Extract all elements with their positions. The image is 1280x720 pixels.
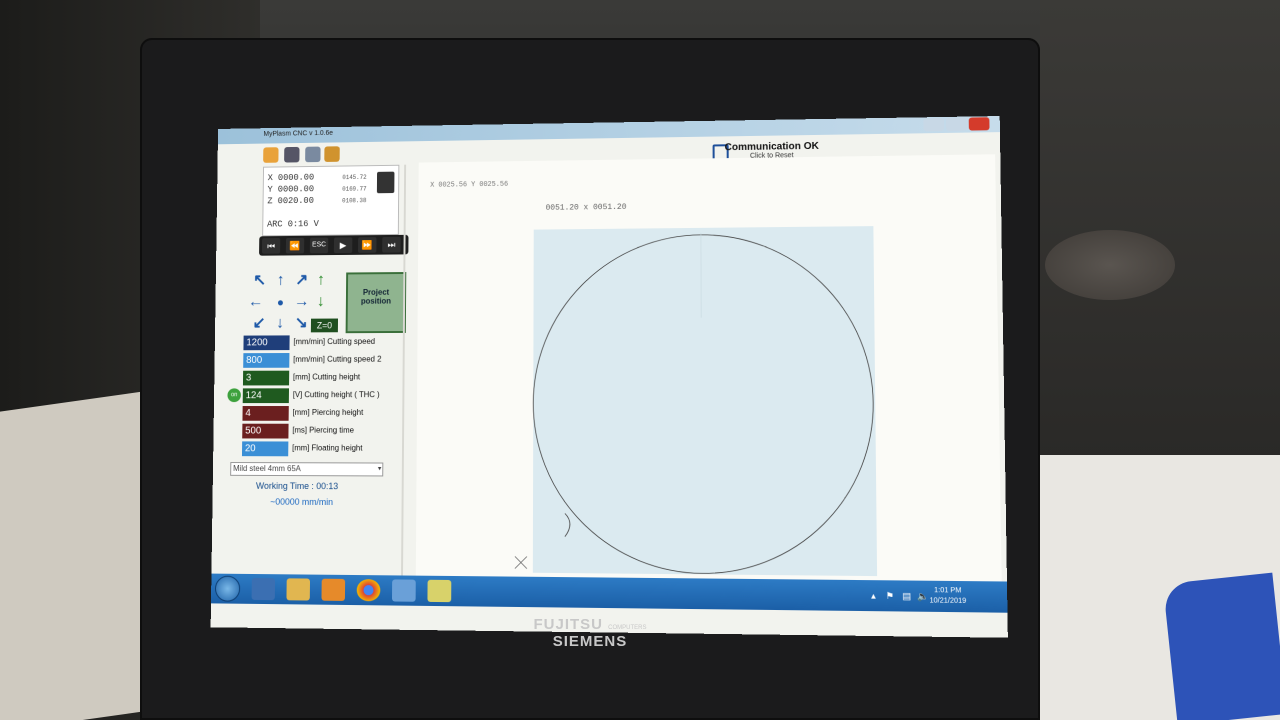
jog-up-right-arrow-icon[interactable]: ↗ (294, 272, 310, 289)
cam-software-icon[interactable] (391, 579, 416, 602)
coordinate-display: X 0000.00 0145.72 Y 0000.00 0169.77 Z 00… (262, 164, 400, 237)
thc-height-input[interactable]: 124 (242, 388, 290, 404)
thc-on-toggle[interactable]: on (227, 388, 241, 403)
arc-voltage: ARC 0:16 V (267, 219, 319, 230)
laptop-brand-logo: FUJITSU COMPUTERS SIEMENS (0, 616, 1180, 650)
jog-up-left-arrow-icon[interactable]: ↖ (252, 272, 268, 289)
transport-controls: ⏮ ⏪ ESC ▶ ⏩ ⏭ (259, 234, 409, 256)
esc-button[interactable]: ESC (309, 237, 329, 254)
cutting-height-input[interactable]: 3 (242, 370, 290, 386)
maximize-button[interactable] (946, 117, 967, 131)
save-icon[interactable] (284, 146, 300, 163)
workshop-background-right (1040, 0, 1280, 460)
param-row-piercing-time: 500 [ms] Piercing time (242, 423, 412, 440)
param-row-floating-height: 20 [mm] Floating height (241, 441, 412, 457)
project-position-button[interactable]: Project position (345, 272, 407, 334)
piercing-height-input[interactable]: 4 (242, 406, 289, 421)
z-zero-button[interactable]: Z=0 (310, 318, 339, 333)
param-row-piercing-height: 4 [mm] Piercing height (242, 406, 412, 422)
origin-cross-icon (515, 556, 527, 568)
play-button[interactable]: ▶ (333, 237, 353, 254)
tray-flag-icon[interactable]: ⚑ (886, 591, 895, 602)
rewind-start-button[interactable]: ⏮ (261, 238, 281, 254)
circle-toolpath (533, 233, 875, 575)
laptop-screen: MyPlasm CNC v 1.0.6e X 0000.00 0145.72 Y… (210, 116, 1008, 638)
jog-down-right-arrow-icon[interactable]: ↘ (294, 315, 310, 332)
tray-arrow-icon[interactable]: ▴ (871, 590, 876, 601)
steel-disc (1045, 230, 1175, 300)
current-speed: ~00000 mm/min (270, 496, 334, 508)
jog-up-arrow-icon[interactable]: ↑ (273, 272, 289, 289)
tray-volume-icon[interactable]: 🔈 (917, 591, 929, 603)
jog-down-left-arrow-icon[interactable]: ↙ (251, 315, 267, 332)
start-button[interactable] (214, 575, 241, 602)
tray-network-icon[interactable]: ▤ (902, 591, 911, 602)
cutting-speed-2-label: [mm/min] Cutting speed 2 (293, 354, 382, 364)
y-machine-coordinate: 0169.77 (342, 185, 367, 193)
material-value: Mild steel 4mm 65A (233, 464, 301, 474)
chevron-down-icon: ▾ (377, 465, 382, 473)
open-folder-icon[interactable] (263, 147, 279, 163)
cutting-height-label: [mm] Cutting height (292, 372, 361, 382)
step-forward-button[interactable]: ⏩ (357, 237, 377, 253)
torch-icon (376, 171, 395, 194)
floating-height-input[interactable]: 20 (241, 441, 289, 457)
piercing-time-label: [ms] Piercing time (292, 425, 354, 435)
brand-name: FUJITSU COMPUTERS (533, 616, 647, 633)
jog-z-up-arrow-icon[interactable]: ↑ (313, 272, 329, 289)
material-select[interactable]: Mild steel 4mm 65A ▾ (230, 462, 384, 477)
drawing-canvas[interactable]: X 0025.56 Y 0025.56 0051.20 x 0051.20 (415, 154, 1002, 584)
working-time: Working Time : 00:13 (255, 480, 339, 492)
communication-status-text: Communication OK (724, 140, 819, 154)
taskbar-clock[interactable]: 1:01 PM 10/21/2019 (929, 586, 966, 607)
minimize-button[interactable] (923, 117, 945, 132)
jog-right-arrow-icon[interactable]: → (294, 293, 310, 310)
param-row-thc-height: 124 [V] Cutting height ( THC ) (242, 388, 413, 404)
thc-height-label: [V] Cutting height ( THC ) (292, 390, 380, 400)
clock-time: 1:01 PM (934, 586, 962, 595)
brand-name-2: SIEMENS (552, 633, 628, 650)
floating-height-label: [mm] Floating height (292, 443, 363, 453)
media-player-icon[interactable] (321, 578, 346, 601)
chrome-icon[interactable] (356, 579, 381, 602)
blue-tool (1162, 572, 1280, 720)
windows-taskbar: ▴ ⚑ ▤ 🔈 1:01 PM 10/21/2019 (210, 573, 1008, 613)
project-position-label: Project position (360, 287, 392, 306)
cutting-speed-input[interactable]: 1200 (243, 335, 290, 351)
y-coordinate: Y 0000.00 (267, 184, 315, 195)
myplasm-taskbar-icon[interactable] (427, 579, 452, 603)
x-machine-coordinate: 0145.72 (342, 173, 367, 182)
close-button[interactable] (968, 117, 990, 131)
explorer-icon[interactable] (286, 578, 311, 601)
piercing-time-input[interactable]: 500 (242, 423, 289, 439)
z-machine-coordinate: 0108.38 (342, 197, 367, 205)
piercing-height-label: [mm] Piercing height (292, 407, 364, 417)
param-row-cutting-speed-2: 800 [mm/min] Cutting speed 2 (243, 353, 412, 369)
tools-icon[interactable] (305, 146, 321, 163)
jog-down-arrow-icon[interactable]: ↓ (272, 315, 288, 332)
param-row-cutting-speed: 1200 [mm/min] Cutting speed (243, 335, 412, 351)
x-coordinate: X 0000.00 (267, 172, 315, 184)
cutting-speed-2-input[interactable]: 800 (243, 353, 290, 368)
param-row-cutting-height: 3 [mm] Cutting height (242, 370, 412, 386)
lead-in-path (565, 513, 570, 536)
ie-icon[interactable] (251, 577, 276, 601)
step-back-button[interactable]: ⏪ (285, 237, 305, 254)
toolpath-svg (416, 154, 1002, 583)
settings-icon[interactable] (324, 146, 340, 162)
clock-date: 10/21/2019 (929, 597, 967, 605)
cutting-speed-label: [mm/min] Cutting speed (293, 337, 376, 347)
window-title: MyPlasm CNC v 1.0.6e (263, 129, 333, 138)
jog-left-arrow-icon[interactable]: ← (248, 294, 264, 311)
z-coordinate: Z 0020.00 (267, 195, 314, 207)
jog-z-down-arrow-icon[interactable]: ↓ (313, 293, 329, 310)
forward-end-button[interactable]: ⏭ (382, 236, 401, 253)
torch-jog-icon[interactable]: ● (273, 294, 289, 310)
